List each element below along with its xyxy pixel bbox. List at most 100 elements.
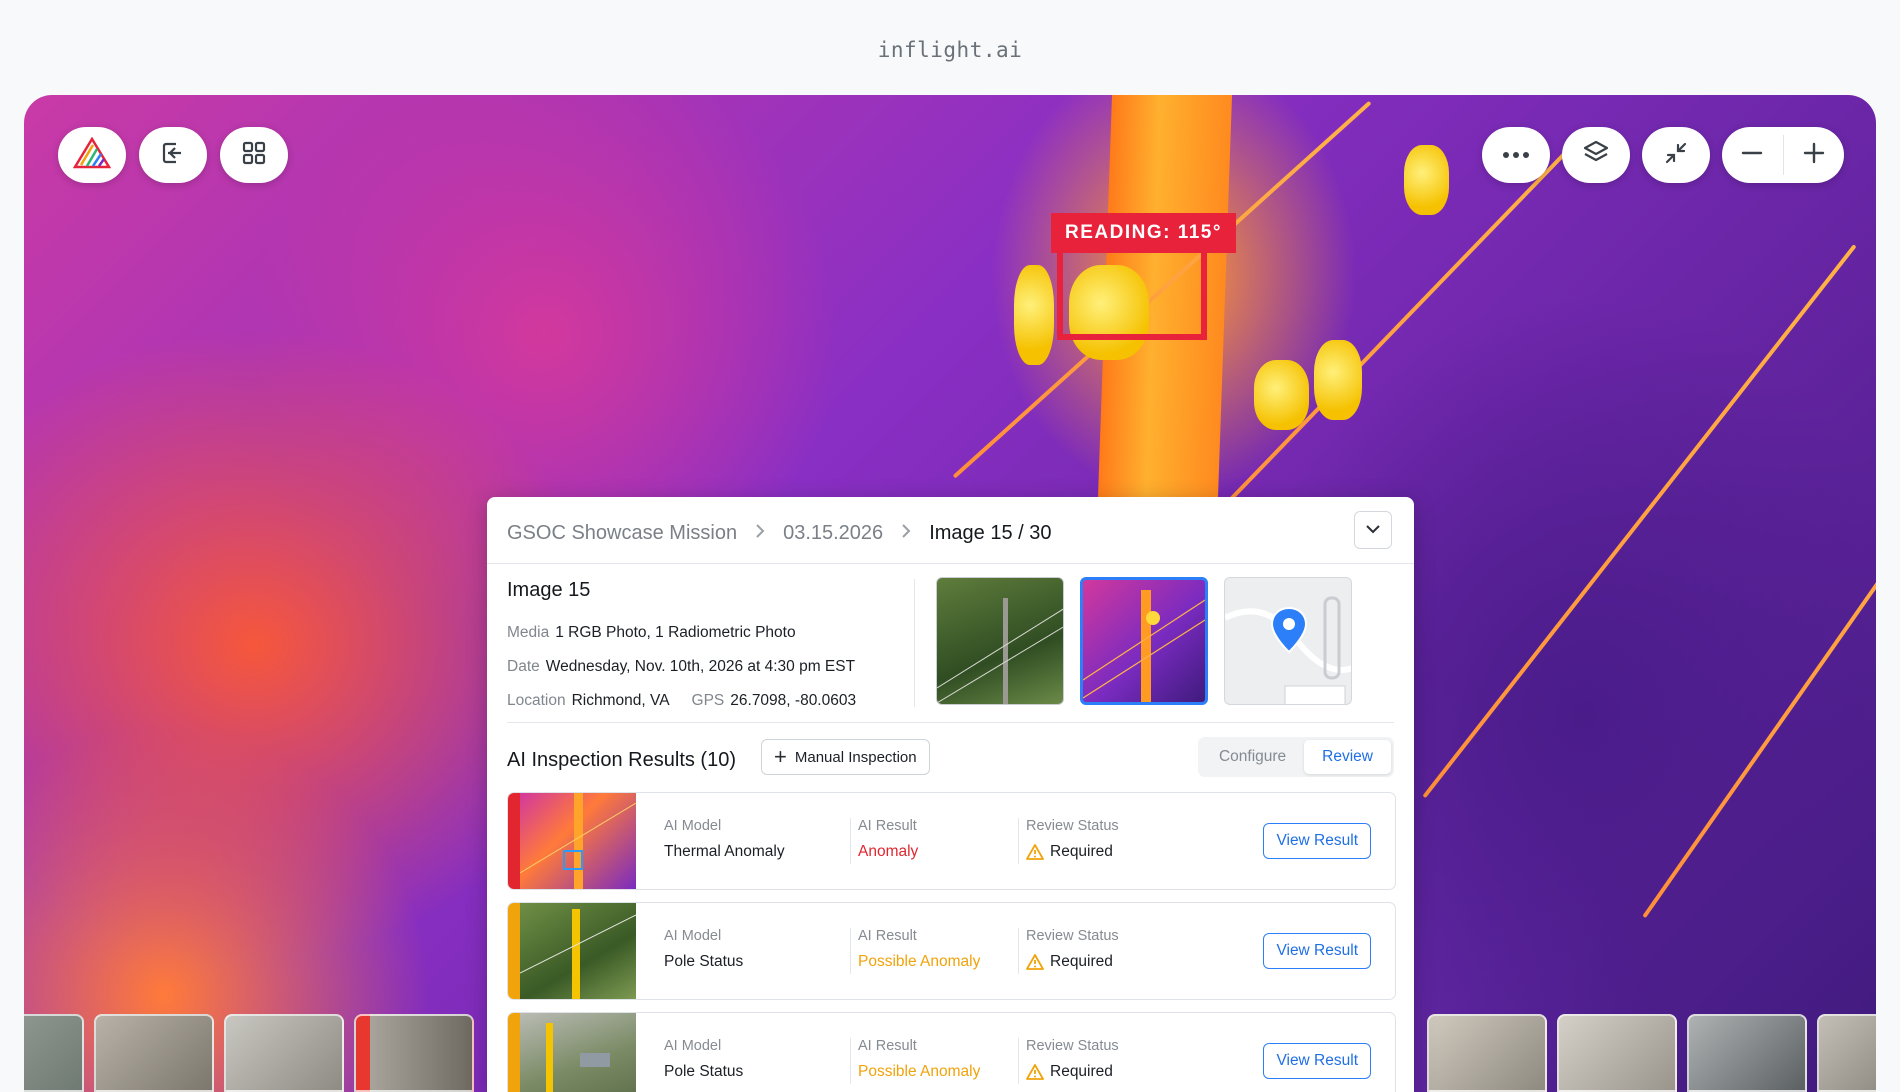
thumbnail-strip-left <box>24 1014 474 1092</box>
zoom-out-button[interactable] <box>1722 127 1783 183</box>
media-label: Media <box>507 624 550 641</box>
review-status-text: Required <box>1050 1063 1113 1080</box>
ai-model-label: AI Model <box>664 928 722 944</box>
insulator <box>1254 360 1309 430</box>
thermal-photo-thumbnail[interactable] <box>1080 577 1208 705</box>
result-card[interactable]: AI Model Thermal Anomaly AI Result Anoma… <box>507 792 1396 890</box>
ai-result-value: Anomaly <box>858 843 919 860</box>
result-accent <box>508 1013 520 1092</box>
grid-icon <box>241 140 267 171</box>
ai-result-label: AI Result <box>858 1038 917 1054</box>
review-status-label: Review Status <box>1026 928 1119 944</box>
exit-icon <box>160 140 186 171</box>
thumbnail[interactable] <box>224 1014 344 1092</box>
view-result-button[interactable]: View Result <box>1263 933 1371 969</box>
minimize-icon <box>1663 140 1689 171</box>
layers-icon <box>1582 139 1610 172</box>
ai-result-label: AI Result <box>858 818 917 834</box>
gps-value: 26.7098, -80.0603 <box>730 692 857 709</box>
insulator <box>1404 145 1449 215</box>
result-card[interactable]: AI Model Pole Status AI Result Possible … <box>507 902 1396 1000</box>
warning-icon <box>1026 1064 1044 1080</box>
media-row: Media 1 RGB Photo, 1 Radiometric Photo <box>507 616 907 650</box>
review-status-text: Required <box>1050 953 1113 970</box>
thumbnail[interactable] <box>1557 1014 1677 1092</box>
ai-model-label: AI Model <box>664 1038 722 1054</box>
more-icon <box>1502 146 1530 164</box>
zoom-in-button[interactable] <box>1784 127 1845 183</box>
results-title: AI Inspection Results (10) <box>507 749 736 771</box>
manual-inspection-button[interactable]: + Manual Inspection <box>761 739 930 775</box>
thumbnail[interactable] <box>354 1014 474 1092</box>
plus-icon: + <box>774 744 787 769</box>
chevron-down-icon <box>1365 521 1381 539</box>
mode-toggle: Configure Review <box>1197 737 1394 777</box>
ai-model-label: AI Model <box>664 818 722 834</box>
logo-button[interactable] <box>58 127 126 183</box>
thumbnail[interactable] <box>1427 1014 1547 1092</box>
insulator <box>1014 265 1054 365</box>
review-status-value: Required <box>1026 953 1119 971</box>
more-button[interactable] <box>1482 127 1550 183</box>
result-thumbnail <box>519 793 637 889</box>
ai-model-value: Pole Status <box>664 953 744 970</box>
rgb-photo-thumbnail[interactable] <box>936 577 1064 705</box>
exit-button[interactable] <box>139 127 207 183</box>
review-status-value: Required <box>1026 1063 1119 1081</box>
view-result-button[interactable]: View Result <box>1263 823 1371 859</box>
result-thumbnail <box>519 903 637 999</box>
power-line <box>1422 244 1857 799</box>
ai-model-value: Pole Status <box>664 1063 744 1080</box>
ai-result-value: Possible Anomaly <box>858 953 981 970</box>
grid-button[interactable] <box>220 127 288 183</box>
thumbnail[interactable] <box>1817 1014 1876 1092</box>
chevron-right-icon <box>901 523 911 544</box>
review-status-text: Required <box>1050 843 1113 860</box>
warning-icon <box>1026 844 1044 860</box>
thumbnail[interactable] <box>24 1014 84 1092</box>
layers-button[interactable] <box>1562 127 1630 183</box>
review-status-value: Required <box>1026 843 1119 861</box>
media-value: 1 RGB Photo, 1 Radiometric Photo <box>555 624 796 641</box>
location-row: Location Richmond, VA GPS 26.7098, -80.0… <box>507 684 907 718</box>
collapse-panel-button[interactable] <box>1354 511 1392 549</box>
manual-inspection-label: Manual Inspection <box>794 748 917 766</box>
image-title: Image 15 <box>507 579 591 601</box>
reading-label: READING: 115° <box>1051 213 1236 253</box>
thumbnail[interactable] <box>94 1014 214 1092</box>
gps-label: GPS <box>691 692 725 709</box>
tab-configure[interactable]: Configure <box>1201 740 1304 774</box>
result-accent <box>508 903 520 999</box>
breadcrumb-mission[interactable]: GSOC Showcase Mission <box>507 522 737 545</box>
view-result-button[interactable]: View Result <box>1263 1043 1371 1079</box>
image-details-panel: GSOC Showcase Mission 03.15.2026 Image 1… <box>487 497 1414 1092</box>
inflight-logo-icon <box>72 136 112 174</box>
date-label: Date <box>507 658 540 675</box>
thumbnail[interactable] <box>1687 1014 1807 1092</box>
breadcrumb-image: Image 15 / 30 <box>929 521 1052 544</box>
ai-result-label: AI Result <box>858 928 917 944</box>
warning-icon <box>1026 954 1044 970</box>
ai-model-value: Thermal Anomaly <box>664 843 785 860</box>
result-card[interactable]: AI Model Pole Status AI Result Possible … <box>507 1012 1396 1092</box>
location-label: Location <box>507 692 566 709</box>
date-row: Date Wednesday, Nov. 10th, 2026 at 4:30 … <box>507 650 907 684</box>
power-line <box>1202 151 1567 529</box>
minimize-button[interactable] <box>1642 127 1710 183</box>
location-value: Richmond, VA <box>571 692 670 709</box>
review-status-label: Review Status <box>1026 818 1119 834</box>
thumbnail-strip-right <box>1427 1014 1876 1092</box>
tab-review[interactable]: Review <box>1304 740 1391 774</box>
insulator <box>1314 340 1362 420</box>
location-map-thumbnail[interactable] <box>1224 577 1352 705</box>
date-value: Wednesday, Nov. 10th, 2026 at 4:30 pm ES… <box>545 658 856 675</box>
ai-result-value: Possible Anomaly <box>858 1063 981 1080</box>
zoom-controls <box>1722 127 1844 183</box>
brand-title: inflight.ai <box>877 38 1023 62</box>
breadcrumb-date[interactable]: 03.15.2026 <box>783 522 883 545</box>
breadcrumb: GSOC Showcase Mission 03.15.2026 Image 1… <box>507 519 1052 547</box>
result-accent <box>508 793 520 889</box>
minus-icon <box>1741 142 1763 169</box>
review-status-label: Review Status <box>1026 1038 1119 1054</box>
result-thumbnail <box>520 1013 636 1092</box>
